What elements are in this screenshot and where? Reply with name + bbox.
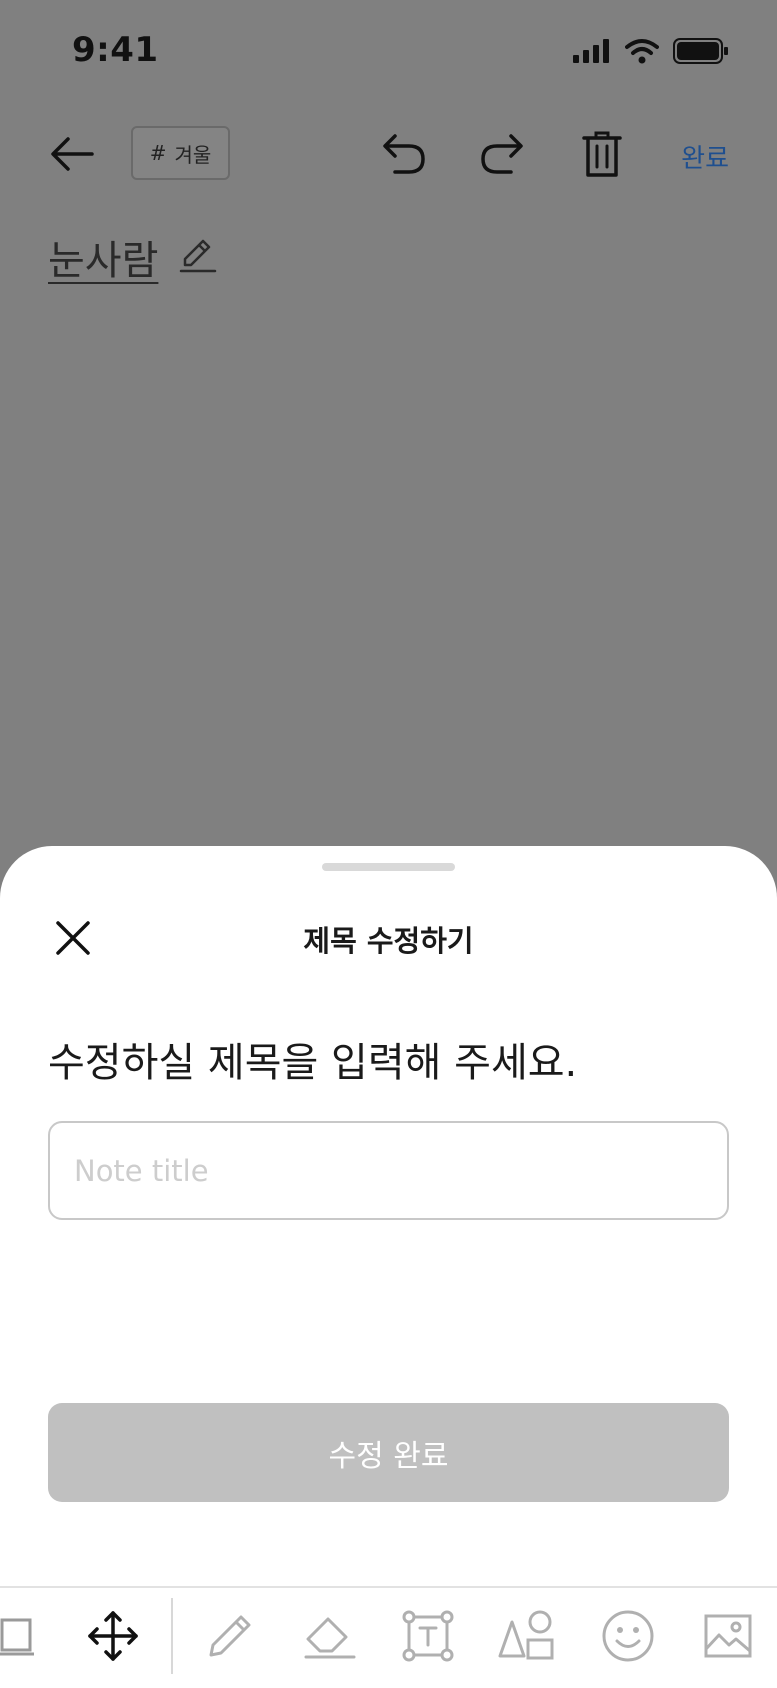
move-icon <box>88 1611 138 1661</box>
shapes-icon <box>498 1610 554 1660</box>
tool-sticker[interactable] <box>596 1604 660 1668</box>
undo-icon <box>383 134 425 174</box>
signal-icon <box>573 39 609 63</box>
back-button[interactable] <box>44 128 100 180</box>
page-icon <box>0 1618 34 1656</box>
redo-icon <box>481 134 523 174</box>
trash-icon <box>582 131 622 177</box>
image-icon <box>704 1614 752 1658</box>
tool-move[interactable] <box>81 1604 145 1668</box>
delete-button[interactable] <box>576 126 628 182</box>
tool-image[interactable] <box>696 1604 760 1668</box>
sheet-title: 제목 수정하기 <box>303 924 474 958</box>
status-icons <box>573 38 729 64</box>
sheet-grabber[interactable] <box>322 863 455 871</box>
tool-text[interactable] <box>396 1604 460 1668</box>
edit-title-button[interactable] <box>176 234 218 276</box>
submit-edit-button[interactable]: 수정 완료 <box>48 1403 729 1502</box>
sheet-prompt: 수정하실 제목을 입력해 주세요. <box>48 1040 578 1086</box>
eraser-icon <box>304 1617 356 1659</box>
wifi-icon <box>625 39 659 64</box>
done-link[interactable]: 완료 <box>681 138 729 175</box>
battery-icon <box>673 38 728 64</box>
tag-hash: # <box>149 141 167 165</box>
tag-chip[interactable]: # 겨울 <box>131 126 230 180</box>
text-box-icon <box>402 1610 454 1662</box>
pencil-icon <box>179 239 217 273</box>
pen-icon <box>209 1615 251 1657</box>
tool-pen[interactable] <box>198 1604 262 1668</box>
toolbar-divider <box>171 1598 173 1674</box>
tag-label: 겨울 <box>174 142 212 167</box>
note-title[interactable]: 눈사람 <box>48 228 158 286</box>
tool-shapes[interactable] <box>494 1604 558 1668</box>
status-time: 9:41 <box>72 30 159 70</box>
note-title-input[interactable] <box>48 1121 729 1220</box>
sticker-icon <box>602 1610 654 1662</box>
redo-button[interactable] <box>476 128 528 180</box>
tool-eraser[interactable] <box>298 1604 362 1668</box>
undo-button[interactable] <box>378 128 430 180</box>
tool-page[interactable] <box>0 1604 50 1668</box>
back-arrow-icon <box>51 137 94 171</box>
